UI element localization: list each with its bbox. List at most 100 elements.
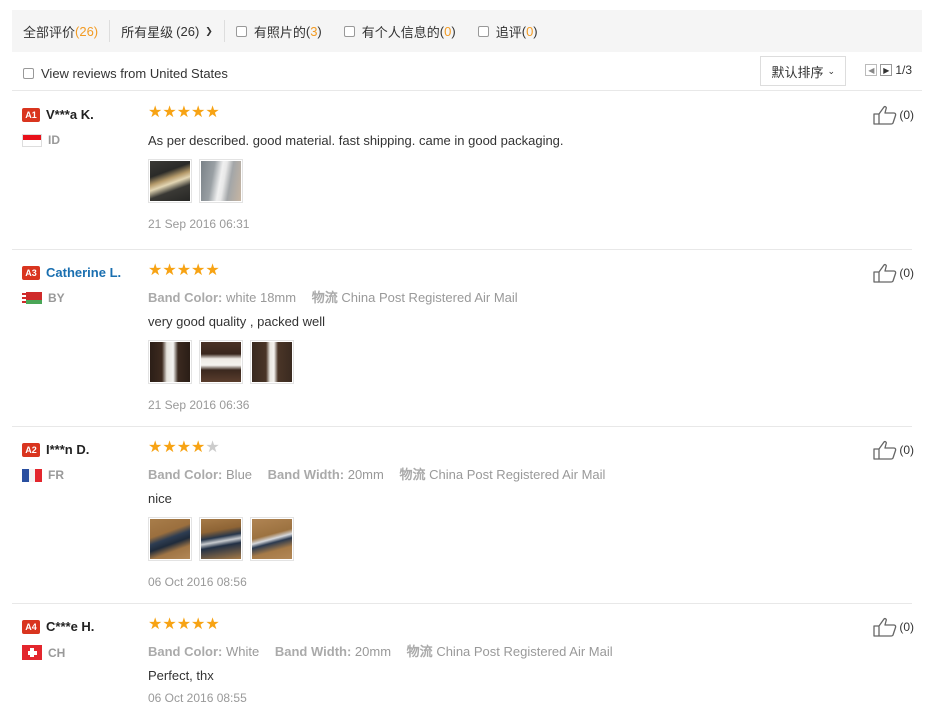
shipping-value: China Post Registered Air Mail xyxy=(429,467,606,482)
star-rating: ★★★★★ xyxy=(148,105,828,121)
like-button[interactable]: (0) xyxy=(873,105,914,125)
filter-followup-close: ) xyxy=(533,23,538,39)
star-rating: ★★★★★ xyxy=(148,263,828,279)
band-color-label: Band Color: xyxy=(148,467,223,482)
page-indicator: 1/3 xyxy=(895,63,912,77)
review-date: 06 Oct 2016 08:56 xyxy=(148,575,247,589)
review-photos xyxy=(148,340,828,384)
chevron-down-icon: ❯ xyxy=(205,25,213,36)
filter-all-reviews[interactable]: 全部评价 (26) xyxy=(12,10,109,52)
stars-filled: ★★★★ xyxy=(148,439,206,456)
thumbs-up-icon xyxy=(873,105,897,125)
reviewer-info: A1 V***a K. ID xyxy=(22,106,94,147)
review-photos xyxy=(148,517,828,561)
shipping-value: China Post Registered Air Mail xyxy=(341,290,518,305)
reviewer-level-badge: A4 xyxy=(22,619,40,634)
filter-with-personal-info[interactable]: 有个人信息的 (0) xyxy=(333,10,467,52)
filter-photos-close: ) xyxy=(317,23,322,39)
review-photo[interactable] xyxy=(250,340,294,384)
review-photo[interactable] xyxy=(199,159,243,203)
country-code: ID xyxy=(48,133,60,147)
filter-personal-label: 有个人信息的 xyxy=(361,24,440,40)
review-text: Perfect, thx xyxy=(148,668,214,683)
review-filter-bar: 全部评价 (26) 所有星级 (26) ❯ 有照片的 (3) 有个人信息的 (0… xyxy=(12,10,922,52)
like-button[interactable]: (0) xyxy=(873,440,914,460)
review-photos xyxy=(148,159,828,203)
review-photo[interactable] xyxy=(199,340,243,384)
review-body: ★★★★★ As per described. good material. f… xyxy=(148,105,828,231)
stars-empty: ★ xyxy=(205,439,220,456)
reviewer-name: I***n D. xyxy=(46,442,90,458)
reviewer-name: V***a K. xyxy=(46,107,94,123)
shipping-label: 物流 xyxy=(399,467,426,482)
filter-personal-count: 0 xyxy=(444,23,452,39)
band-color-value: white 18mm xyxy=(226,290,297,305)
shipping-label: 物流 xyxy=(311,290,338,305)
band-width-value: 20mm xyxy=(347,467,384,482)
indonesia-flag-icon xyxy=(22,133,42,147)
filter-star-rating-dropdown[interactable]: 所有星级 (26) ❯ xyxy=(110,10,224,52)
review-product-attributes: Band Color: White Band Width: 20mm 物流 Ch… xyxy=(148,641,828,660)
like-count: (0) xyxy=(899,620,914,634)
us-reviews-label[interactable]: View reviews from United States xyxy=(41,66,228,81)
reviewer-country: FR xyxy=(22,468,89,482)
country-code: FR xyxy=(48,468,64,482)
pagination: ◀ ▶ 1/3 xyxy=(865,63,912,77)
review-item: A4 C***e H. CH ★★★★★ Band Color: White Ba… xyxy=(12,604,914,705)
reviewer-level-badge: A2 xyxy=(22,442,40,457)
sort-label: 默认排序 xyxy=(771,64,824,80)
us-reviews-checkbox[interactable] xyxy=(23,67,34,79)
filter-stars-count: (26) xyxy=(176,23,200,39)
prev-page-icon[interactable]: ◀ xyxy=(865,64,878,76)
star-rating: ★★★★★ xyxy=(148,617,828,633)
stars-filled: ★★★★★ xyxy=(148,616,220,633)
review-text: very good quality , packed well xyxy=(148,314,326,329)
review-date: 06 Oct 2016 08:55 xyxy=(148,691,247,705)
country-code: CH xyxy=(48,645,66,660)
review-date: 21 Sep 2016 06:36 xyxy=(148,398,250,412)
review-photo[interactable] xyxy=(250,517,294,561)
filter-follow-up[interactable]: 追评 (0) xyxy=(467,10,549,52)
like-count: (0) xyxy=(899,443,914,457)
switzerland-flag-icon xyxy=(22,645,42,660)
band-color-value: Blue xyxy=(226,467,253,482)
like-button[interactable]: (0) xyxy=(873,617,914,637)
filter-photos-count: 3 xyxy=(310,23,318,39)
next-page-icon[interactable]: ▶ xyxy=(880,64,893,76)
review-photo[interactable] xyxy=(148,517,192,561)
review-body: ★★★★★ Band Color: white 18mm 物流 China Po… xyxy=(148,263,828,412)
like-button[interactable]: (0) xyxy=(873,263,914,283)
review-toolbar: View reviews from United States 默认排序 ⌄ ◀… xyxy=(12,56,922,91)
reviewer-country: BY xyxy=(22,291,121,305)
stars-filled: ★★★★★ xyxy=(148,262,220,279)
filter-all-count: (26) xyxy=(75,23,99,39)
personal-info-checkbox[interactable] xyxy=(343,25,355,37)
review-date: 21 Sep 2016 06:31 xyxy=(148,217,250,231)
review-photo[interactable] xyxy=(148,340,192,384)
photos-checkbox[interactable] xyxy=(235,25,247,37)
filter-followup-label: 追评 xyxy=(495,24,522,40)
follow-up-checkbox[interactable] xyxy=(477,25,489,37)
review-body: ★★★★★ Band Color: Blue Band Width: 20mm … xyxy=(148,440,828,589)
review-item: A1 V***a K. ID ★★★★★ As per described. go… xyxy=(12,96,914,250)
thumbs-up-icon xyxy=(873,440,897,460)
band-color-label: Band Color: xyxy=(148,644,223,659)
review-photo[interactable] xyxy=(148,159,192,203)
review-body: ★★★★★ Band Color: White Band Width: 20mm… xyxy=(148,617,828,705)
country-code: BY xyxy=(48,291,65,305)
reviewer-country: ID xyxy=(22,133,94,147)
filter-stars-label: 所有星级 xyxy=(121,24,174,40)
review-photo[interactable] xyxy=(199,517,243,561)
reviewer-name-link[interactable]: Catherine L. xyxy=(46,265,121,280)
band-color-value: White xyxy=(226,644,260,659)
sort-dropdown[interactable]: 默认排序 ⌄ xyxy=(760,56,846,86)
chevron-down-icon: ⌄ xyxy=(827,65,835,76)
like-count: (0) xyxy=(899,266,914,280)
reviewer-level-badge: A1 xyxy=(22,107,40,122)
filter-photos-label: 有照片的 xyxy=(253,24,306,40)
like-count: (0) xyxy=(899,108,914,122)
band-width-label: Band Width: xyxy=(274,644,352,659)
filter-with-photos[interactable]: 有照片的 (3) xyxy=(225,10,333,52)
france-flag-icon xyxy=(22,468,42,482)
review-item: A2 I***n D. FR ★★★★★ Band Color: Blue Ban… xyxy=(12,427,914,604)
